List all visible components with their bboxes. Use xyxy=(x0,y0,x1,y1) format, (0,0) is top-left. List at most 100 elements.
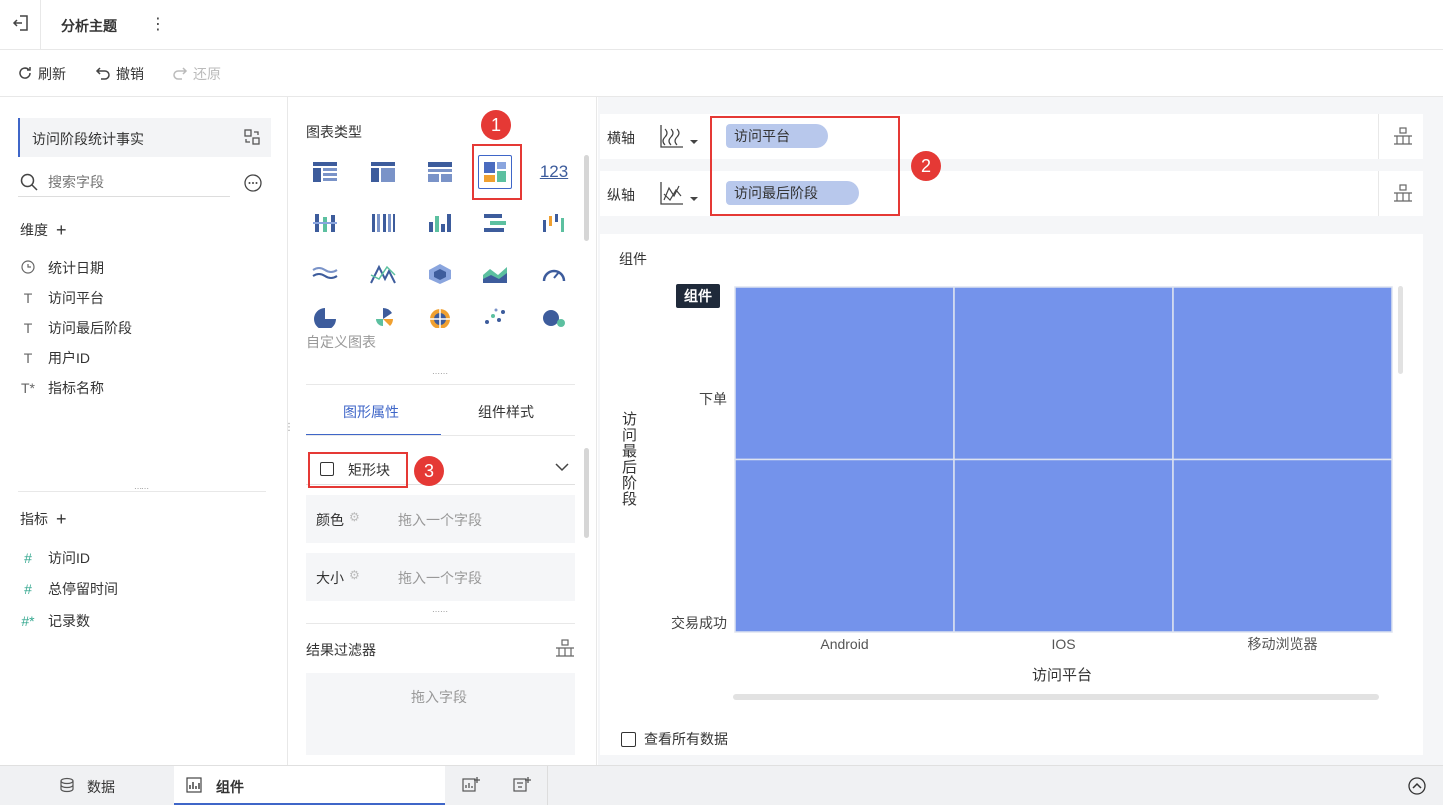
heatmap-cell[interactable] xyxy=(734,458,955,633)
filter-label: 结果过滤器 xyxy=(306,642,376,658)
toolbar: 刷新 撤销 还原 xyxy=(0,51,1443,97)
divider xyxy=(306,384,575,385)
highlight-box-axes xyxy=(710,116,900,216)
refresh-button[interactable]: 刷新 xyxy=(17,64,66,84)
rose-chart-icon[interactable] xyxy=(366,305,400,329)
heatmap-cell[interactable] xyxy=(953,458,1174,633)
clock-icon xyxy=(20,259,36,277)
tab-component-label: 组件 xyxy=(216,779,244,795)
dataset-name: 访问阶段统计事实 xyxy=(32,131,144,147)
highlight-box-mark-type xyxy=(308,452,408,488)
y-axis-label: 纵轴 xyxy=(607,187,635,203)
dimension-item[interactable]: T 访问平台 xyxy=(20,288,104,308)
radar-chart-icon[interactable] xyxy=(423,257,457,291)
y-axis-settings-icon[interactable] xyxy=(1393,184,1413,205)
chart-config-panel: 图表类型 123 自定义图表 ⋯⋯ 图形属性 组件样式 矩形块 颜色 ⚙ 拖入一… xyxy=(289,97,597,765)
measure-label: 总停留时间 xyxy=(48,581,118,597)
dimension-item[interactable]: T 访问最后阶段 xyxy=(20,318,132,338)
heatmap-cell[interactable] xyxy=(734,286,955,461)
dataset-selector[interactable]: 访问阶段统计事实 xyxy=(18,118,271,157)
stacked-bar-icon[interactable] xyxy=(308,206,342,240)
color-prop-row[interactable]: 颜色 ⚙ 拖入一个字段 xyxy=(306,495,575,543)
search-field[interactable] xyxy=(18,169,230,197)
heatmap-cell[interactable] xyxy=(953,286,1174,461)
size-prop-row[interactable]: 大小 ⚙ 拖入一个字段 xyxy=(306,553,575,601)
more-vert-icon[interactable]: ⋮ xyxy=(150,14,166,34)
settings-icon[interactable]: ⚙ xyxy=(349,510,360,524)
dimension-item[interactable]: T 用户ID xyxy=(20,348,90,368)
sunburst-chart-icon[interactable] xyxy=(423,305,457,329)
add-dimension-icon[interactable]: + xyxy=(56,221,67,239)
measure-label: 记录数 xyxy=(48,613,90,629)
line-chart-icon[interactable] xyxy=(366,257,400,291)
grouped-bar-icon[interactable] xyxy=(366,206,400,240)
x-axis-type-icon[interactable] xyxy=(659,123,699,154)
measure-item[interactable]: # 访问ID xyxy=(20,548,90,568)
props-scrollbar[interactable] xyxy=(584,448,589,538)
y-axis-type-icon[interactable] xyxy=(659,180,699,211)
more-options-icon[interactable] xyxy=(243,173,263,196)
table-chart-icon[interactable] xyxy=(308,155,342,189)
chart-v-scrollbar[interactable] xyxy=(1398,286,1403,374)
chart-h-scrollbar[interactable] xyxy=(733,694,1379,700)
redo-button[interactable]: 还原 xyxy=(172,64,221,84)
tab-data[interactable]: 数据 xyxy=(0,766,173,805)
database-icon xyxy=(59,777,75,796)
prop-label: 颜色 xyxy=(316,512,344,528)
add-measure-icon[interactable]: + xyxy=(56,510,67,528)
pie-chart-icon[interactable] xyxy=(308,305,342,329)
x-axis-label: 横轴 xyxy=(607,130,635,146)
collapse-up-icon[interactable] xyxy=(1408,777,1426,798)
dimension-item[interactable]: 统计日期 xyxy=(20,258,104,278)
field-panel: 访问阶段统计事实 维度 + 统计日期 T 访问平台 T 访问最后阶段 T 用户ID T… xyxy=(0,97,288,765)
heatmap-cell[interactable] xyxy=(1172,458,1393,633)
search-input[interactable] xyxy=(48,172,218,192)
undo-button[interactable]: 撤销 xyxy=(95,64,144,84)
column-chart-icon[interactable] xyxy=(423,206,457,240)
page-title: 分析主题 xyxy=(61,18,117,34)
wave-chart-icon[interactable] xyxy=(308,257,342,291)
top-bar: 分析主题 ⋮ xyxy=(0,0,1443,50)
view-all-data-option[interactable]: 查看所有数据 xyxy=(621,729,728,749)
filter-drop-zone[interactable]: 拖入字段 xyxy=(306,673,575,755)
measure-item[interactable]: #* 记录数 xyxy=(20,611,90,631)
scatter-chart-icon[interactable] xyxy=(478,305,512,329)
x-axis-settings-icon[interactable] xyxy=(1393,127,1413,148)
divider xyxy=(40,0,41,50)
horizontal-bar-icon[interactable] xyxy=(478,206,512,240)
prop-label: 大小 xyxy=(316,570,344,586)
kpi-number-icon[interactable]: 123 xyxy=(537,155,571,189)
y-tick-label: 交易成功 xyxy=(671,615,727,631)
chart-card: 组件 组件 Android IOS 移动浏览器 下单 交易成功 访问最后阶段 访问平台 … xyxy=(600,234,1423,755)
filter-settings-icon[interactable] xyxy=(555,639,575,660)
custom-chart-label[interactable]: 自定义图表 xyxy=(306,332,376,352)
add-filter-component-icon[interactable] xyxy=(513,776,531,797)
resize-handle[interactable]: ⋯⋯ xyxy=(432,607,448,616)
area-chart-icon[interactable] xyxy=(478,257,512,291)
dimension-item[interactable]: T* 指标名称 xyxy=(20,378,104,398)
settings-icon[interactable]: ⚙ xyxy=(349,568,360,582)
heatmap-cell[interactable] xyxy=(1172,286,1393,461)
measure-item[interactable]: # 总停留时间 xyxy=(20,579,118,599)
measures-header: 指标 + xyxy=(20,509,67,529)
number-calc-icon: #* xyxy=(21,613,35,629)
undo-label: 撤销 xyxy=(116,66,144,82)
y-axis-title: 访问最后阶段 xyxy=(622,411,638,508)
add-component-icon[interactable] xyxy=(462,776,480,797)
gauge-chart-icon[interactable] xyxy=(537,257,571,291)
detail-table-icon[interactable] xyxy=(423,155,457,189)
dimension-label: 用户ID xyxy=(48,350,90,366)
waterfall-chart-icon[interactable] xyxy=(537,206,571,240)
tab-component-style[interactable]: 组件样式 xyxy=(478,402,534,422)
chart-type-scrollbar[interactable] xyxy=(584,155,589,241)
crosstab-chart-icon[interactable] xyxy=(366,155,400,189)
resize-handle[interactable]: ⋯⋯ xyxy=(432,369,448,378)
tab-graphic-properties[interactable]: 图形属性 xyxy=(343,402,399,422)
bubble-chart-icon[interactable] xyxy=(537,305,571,329)
checkbox-icon[interactable] xyxy=(621,731,636,747)
tab-component[interactable]: 组件 xyxy=(174,766,445,805)
divider xyxy=(18,491,266,492)
exit-icon[interactable] xyxy=(12,14,30,32)
switch-dataset-icon[interactable] xyxy=(243,128,261,149)
divider xyxy=(1378,114,1379,159)
